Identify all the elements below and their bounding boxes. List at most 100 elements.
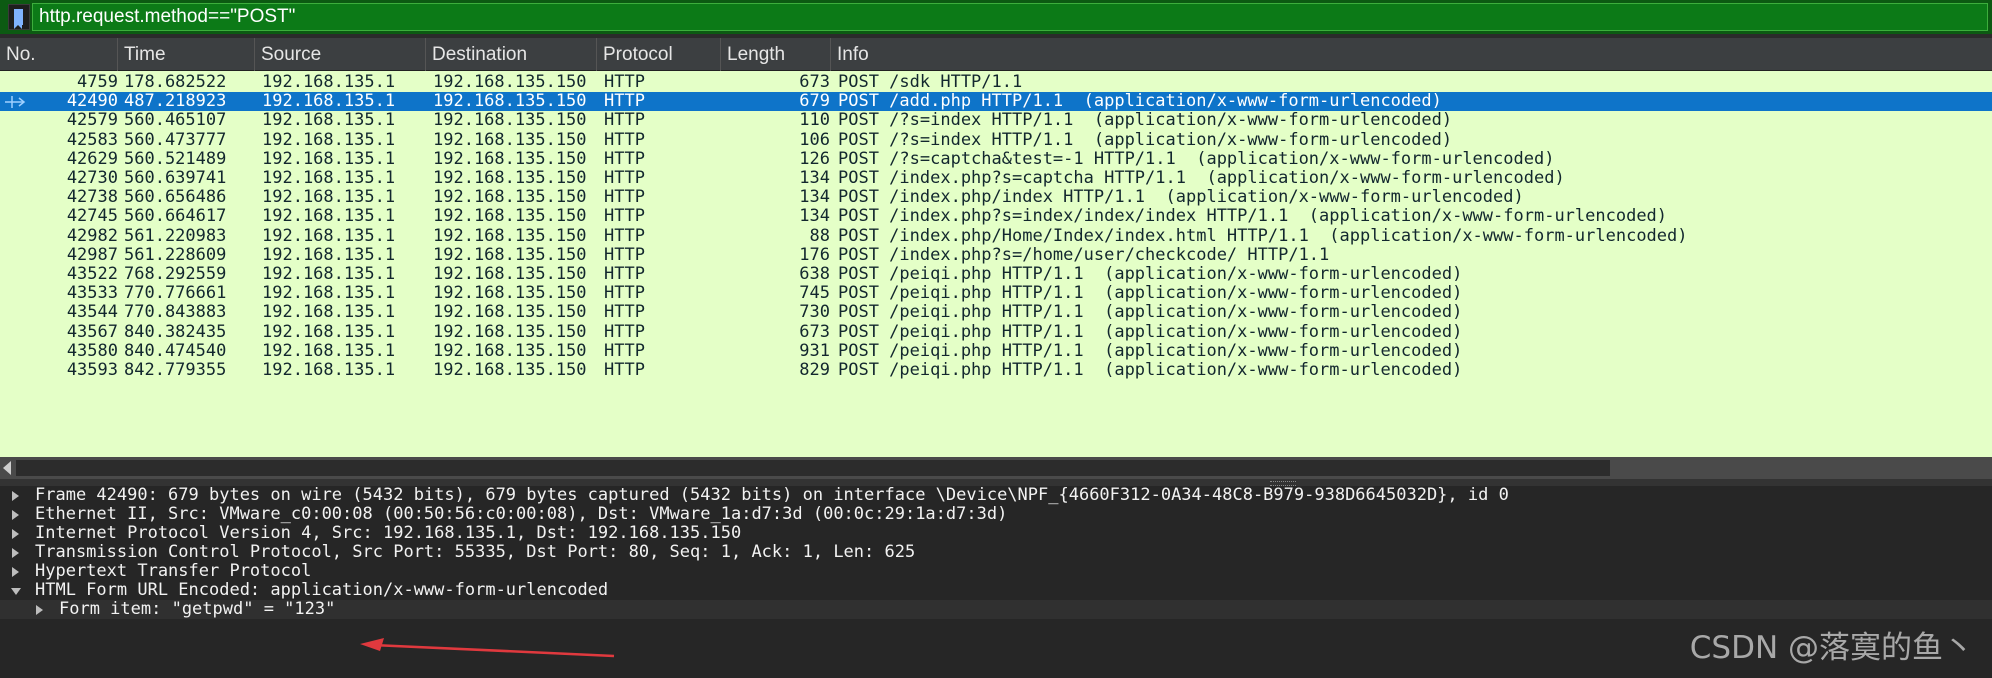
packet-info: POST /peiqi.php HTTP/1.1 (application/x-… bbox=[838, 340, 1463, 361]
detail-tree-label: Ethernet II, Src: VMware_c0:00:08 (00:50… bbox=[35, 504, 1008, 524]
packet-row[interactable]: 43544 770.843883 192.168.135.1 192.168.135.… bbox=[0, 303, 1992, 322]
packet-info: POST /index.php/Home/Index/index.html HT… bbox=[838, 225, 1688, 246]
packet-info: POST /peiqi.php HTTP/1.1 (application/x-… bbox=[838, 264, 1463, 284]
packet-time: 560.664617 bbox=[124, 206, 227, 227]
expand-arrow-icon[interactable] bbox=[12, 529, 19, 539]
packet-row[interactable]: 42583 560.473777 192.168.135.1 192.168.135.… bbox=[0, 129, 1992, 150]
detail-tree-item[interactable]: Internet Protocol Version 4, Src: 192.16… bbox=[0, 524, 1992, 543]
packet-length: 134 bbox=[799, 206, 830, 227]
packet-row[interactable]: 42987 561.228609 192.168.135.1 192.168.135.… bbox=[0, 244, 1992, 265]
packet-time: 560.465107 bbox=[124, 110, 227, 131]
packet-info: POST /index.php/index HTTP/1.1 (applicat… bbox=[838, 187, 1524, 208]
packet-row[interactable]: 43580 840.474540 192.168.135.1 192.168.135.… bbox=[0, 340, 1992, 361]
packet-list-header: No. Time Source Destination Protocol Len… bbox=[0, 38, 1992, 71]
packet-row[interactable]: 42629 560.521489 192.168.135.1 192.168.135.… bbox=[0, 148, 1992, 169]
packet-row[interactable]: 42730 560.639741 192.168.135.1 192.168.135.… bbox=[0, 168, 1992, 188]
packet-source: 192.168.135.1 bbox=[262, 187, 396, 208]
detail-tree-item[interactable]: Frame 42490: 679 bytes on wire (5432 bit… bbox=[0, 486, 1992, 505]
expand-arrow-icon[interactable] bbox=[12, 567, 19, 577]
packet-destination: 192.168.135.150 bbox=[433, 340, 587, 361]
packet-number: 42579 bbox=[66, 110, 118, 131]
display-filter-input[interactable]: http.request.method=="POST" bbox=[32, 3, 1988, 31]
packet-info: POST /?s=index HTTP/1.1 (application/x-w… bbox=[838, 110, 1453, 131]
packet-length: 134 bbox=[799, 168, 830, 188]
packet-source: 192.168.135.1 bbox=[262, 360, 396, 380]
packet-row[interactable]: 42982 561.220983 192.168.135.1 192.168.135.… bbox=[0, 225, 1992, 246]
packet-length: 110 bbox=[799, 110, 830, 131]
packet-source: 192.168.135.1 bbox=[262, 340, 396, 361]
packet-destination: 192.168.135.150 bbox=[433, 321, 587, 342]
detail-tree-label: HTML Form URL Encoded: application/x-www… bbox=[35, 580, 609, 600]
annotation-arrow-icon bbox=[360, 638, 615, 658]
packet-source: 192.168.135.1 bbox=[262, 302, 396, 323]
detail-tree-item[interactable]: Ethernet II, Src: VMware_c0:00:08 (00:50… bbox=[0, 505, 1992, 524]
scroll-left-icon[interactable] bbox=[3, 461, 11, 475]
packet-row[interactable]: 43593 842.779355 192.168.135.1 192.168.135.… bbox=[0, 360, 1992, 380]
column-header-protocol[interactable]: Protocol bbox=[597, 38, 721, 71]
packet-info: POST /index.php?s=/home/user/checkcode/ … bbox=[838, 244, 1330, 265]
packet-row[interactable]: 42579 560.465107 192.168.135.1 192.168.135.… bbox=[0, 111, 1992, 130]
packet-info: POST /index.php?s=captcha HTTP/1.1 (appl… bbox=[838, 168, 1565, 188]
packet-protocol: HTTP bbox=[604, 244, 645, 265]
packet-destination: 192.168.135.150 bbox=[433, 91, 587, 112]
packet-info: POST /peiqi.php HTTP/1.1 (application/x-… bbox=[838, 360, 1463, 380]
packet-protocol: HTTP bbox=[604, 264, 645, 284]
packet-length: 638 bbox=[799, 264, 830, 284]
packet-number: 43544 bbox=[66, 302, 118, 323]
packet-time: 768.292559 bbox=[124, 264, 227, 284]
packet-source: 192.168.135.1 bbox=[262, 264, 396, 284]
packet-time: 561.220983 bbox=[124, 225, 227, 246]
packet-row[interactable]: 43533 770.776661 192.168.135.1 192.168.135.… bbox=[0, 283, 1992, 304]
packet-length: 679 bbox=[799, 91, 830, 112]
detail-tree-item[interactable]: Hypertext Transfer Protocol bbox=[0, 562, 1992, 581]
packet-info: POST /peiqi.php HTTP/1.1 (application/x-… bbox=[838, 302, 1463, 323]
packet-protocol: HTTP bbox=[604, 72, 645, 92]
packet-time: 178.682522 bbox=[124, 72, 227, 92]
packet-source: 192.168.135.1 bbox=[262, 72, 396, 92]
expand-arrow-icon[interactable] bbox=[36, 605, 43, 615]
filter-bookmark-button[interactable] bbox=[8, 4, 30, 30]
packet-destination: 192.168.135.150 bbox=[433, 129, 587, 150]
packet-protocol: HTTP bbox=[604, 91, 645, 112]
packet-row[interactable]: 43567 840.382435 192.168.135.1 192.168.135.… bbox=[0, 321, 1992, 342]
packet-protocol: HTTP bbox=[604, 206, 645, 227]
collapse-arrow-icon[interactable] bbox=[11, 588, 21, 595]
packet-row[interactable]: 42745 560.664617 192.168.135.1 192.168.135.… bbox=[0, 207, 1992, 226]
scrollbar-thumb[interactable] bbox=[16, 460, 1610, 476]
packet-protocol: HTTP bbox=[604, 283, 645, 304]
packet-length: 931 bbox=[799, 340, 830, 361]
column-header-time[interactable]: Time bbox=[118, 38, 255, 71]
packet-length: 88 bbox=[809, 225, 830, 246]
column-header-info[interactable]: Info bbox=[831, 38, 1992, 71]
packet-row[interactable]: 42738 560.656486 192.168.135.1 192.168.135.… bbox=[0, 187, 1992, 208]
watermark-text: CSDN @落寞的鱼丶 bbox=[1689, 630, 1974, 666]
display-filter-bar: http.request.method=="POST" bbox=[0, 0, 1992, 34]
column-header-no[interactable]: No. bbox=[0, 38, 118, 71]
detail-tree-label: Internet Protocol Version 4, Src: 192.16… bbox=[35, 523, 742, 543]
detail-tree-label: Frame 42490: 679 bytes on wire (5432 bit… bbox=[35, 485, 1509, 505]
packet-list-horizontal-scrollbar[interactable] bbox=[0, 457, 1992, 479]
packet-number: 42745 bbox=[66, 206, 118, 227]
detail-tree-child-item[interactable]: Form item: "getpwd" = "123" bbox=[0, 600, 1992, 619]
column-header-destination[interactable]: Destination bbox=[426, 38, 597, 71]
packet-time: 840.382435 bbox=[124, 321, 227, 342]
column-header-length[interactable]: Length bbox=[721, 38, 831, 71]
detail-tree-item[interactable]: Transmission Control Protocol, Src Port:… bbox=[0, 543, 1992, 562]
expand-arrow-icon[interactable] bbox=[12, 491, 19, 501]
expand-arrow-icon[interactable] bbox=[12, 510, 19, 520]
packet-number: 42987 bbox=[66, 244, 118, 265]
packet-protocol: HTTP bbox=[604, 225, 645, 246]
column-header-source[interactable]: Source bbox=[255, 38, 426, 71]
packet-row[interactable]: 43522 768.292559 192.168.135.1 192.168.135.… bbox=[0, 264, 1992, 284]
packet-number: 4759 bbox=[77, 72, 118, 92]
packet-number: 43533 bbox=[66, 283, 118, 304]
packet-protocol: HTTP bbox=[604, 168, 645, 188]
packet-row[interactable]: 4759 178.682522 192.168.135.1 192.168.135.1… bbox=[0, 72, 1992, 92]
expand-arrow-icon[interactable] bbox=[12, 548, 19, 558]
packet-time: 770.843883 bbox=[124, 302, 227, 323]
packet-source: 192.168.135.1 bbox=[262, 321, 396, 342]
packet-row-selected[interactable]: 42490 487.218923 192.168.135.1 192.168.135.… bbox=[0, 91, 1992, 112]
packet-number: 42629 bbox=[66, 148, 118, 169]
detail-tree-item[interactable]: HTML Form URL Encoded: application/x-www… bbox=[0, 581, 1992, 600]
packet-destination: 192.168.135.150 bbox=[433, 360, 587, 380]
